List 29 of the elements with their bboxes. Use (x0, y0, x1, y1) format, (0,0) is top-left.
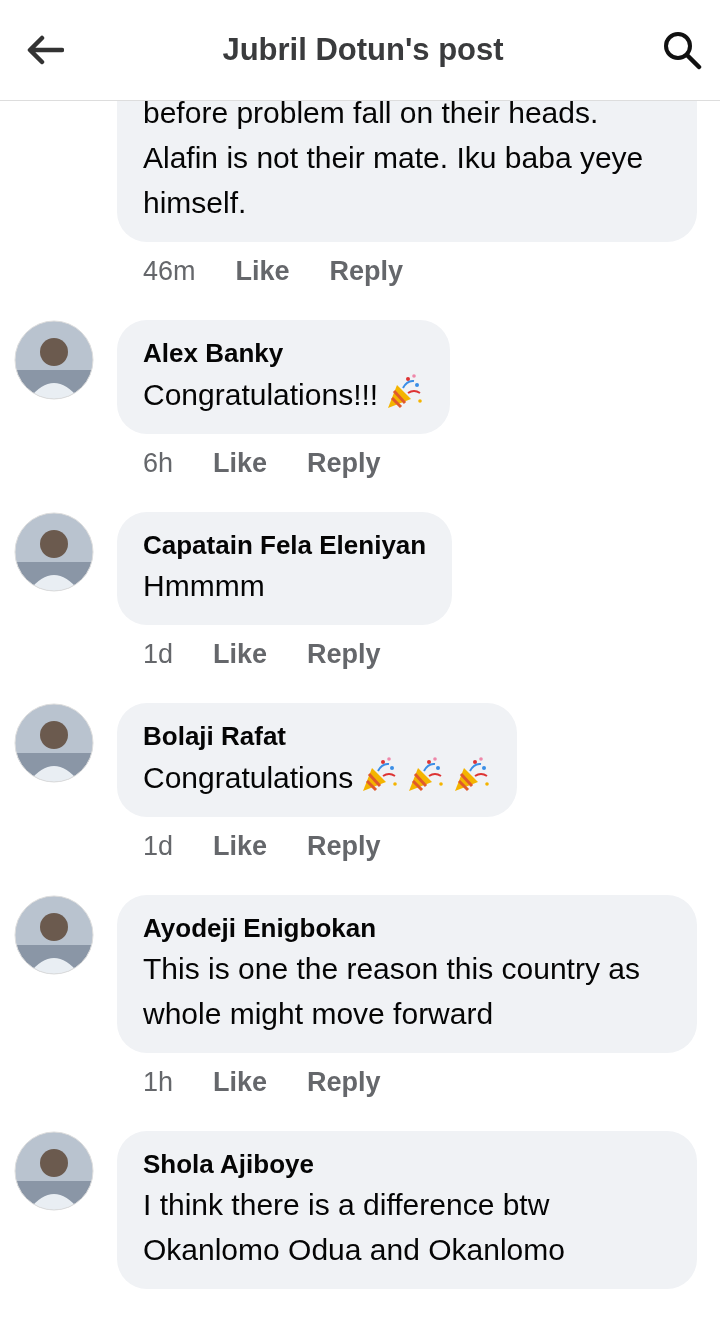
comment-action-link[interactable]: Like (213, 1067, 268, 1107)
comment-time: 1d (143, 639, 174, 671)
comment-text: Hmmmm (143, 568, 266, 604)
commenter-name[interactable]: Bolaji Rafat (143, 718, 492, 754)
comment-text: I think there is a difference btw Okanlomo Odua and Okanlomo (143, 1187, 566, 1268)
comment-action-link[interactable]: Reply (307, 448, 381, 488)
back-arrow-icon[interactable] (26, 35, 64, 65)
comment-text: This is one the reason this country as whole might move forward (143, 951, 641, 1032)
comment-action-link[interactable]: Like (213, 448, 268, 488)
comment-text: Congratulations (143, 754, 492, 800)
comment-action-link[interactable]: Like (235, 256, 290, 296)
comment-action-link[interactable]: Reply (307, 1067, 381, 1107)
comment-time: 1h (143, 1067, 174, 1099)
comment-action-link[interactable]: Reply (307, 639, 381, 679)
comment-action-link[interactable]: Reply (329, 256, 404, 296)
post-title: Jubril Dotun's post (222, 32, 504, 68)
comment-action-link[interactable]: Like (213, 639, 268, 679)
commenter-name[interactable]: Capatain Fela Eleniyan (143, 527, 427, 563)
commenter-name[interactable]: Shola Ajiboye (143, 1146, 671, 1182)
comment-text: before problem fall on their heads. Alafin is not their mate. Iku baba yeye himself. (143, 95, 645, 221)
commenter-name[interactable]: Alex Banky (143, 335, 425, 371)
comment-text: Congratulations!!! (143, 371, 425, 417)
commenter-name[interactable]: Ayodeji Enigbokan (143, 910, 671, 946)
comment-time: 1d (143, 831, 174, 863)
comment-action-link[interactable]: Reply (307, 831, 381, 871)
comment-action-link[interactable]: Like (213, 831, 268, 871)
comment-time: 6h (143, 448, 174, 480)
comment-time: 46m (143, 256, 196, 288)
search-icon[interactable] (662, 30, 702, 70)
